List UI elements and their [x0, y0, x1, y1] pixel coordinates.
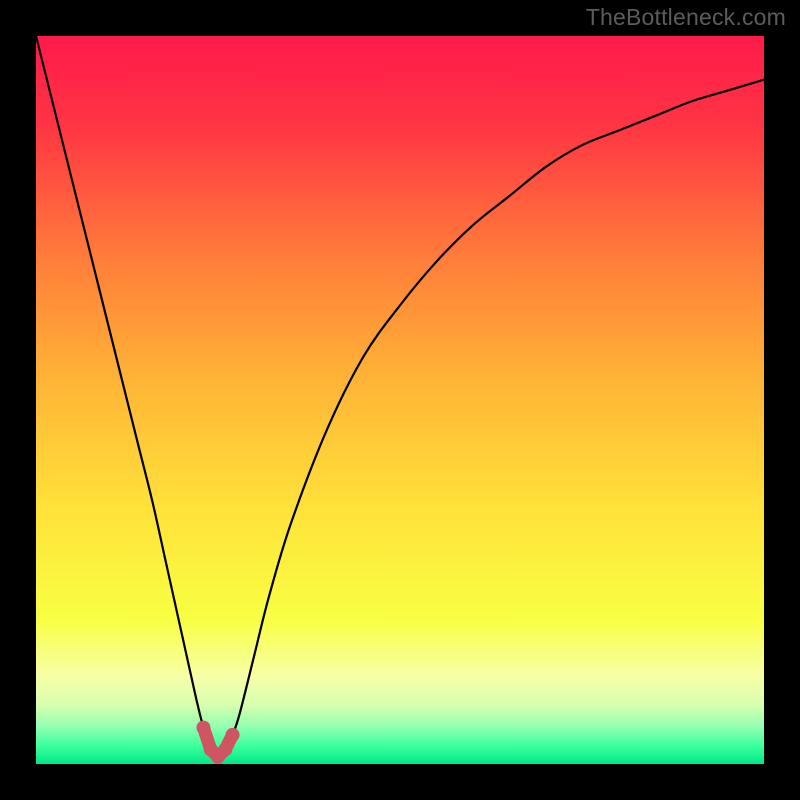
- optimal-point-marker: [218, 742, 232, 756]
- optimal-point-marker: [196, 721, 210, 735]
- optimal-point-marker: [226, 728, 240, 742]
- plot-area: [36, 36, 764, 764]
- chart-frame: TheBottleneck.com: [0, 0, 800, 800]
- watermark-text: TheBottleneck.com: [586, 4, 786, 31]
- gradient-background: [36, 36, 764, 764]
- bottleneck-curve-chart: [36, 36, 764, 764]
